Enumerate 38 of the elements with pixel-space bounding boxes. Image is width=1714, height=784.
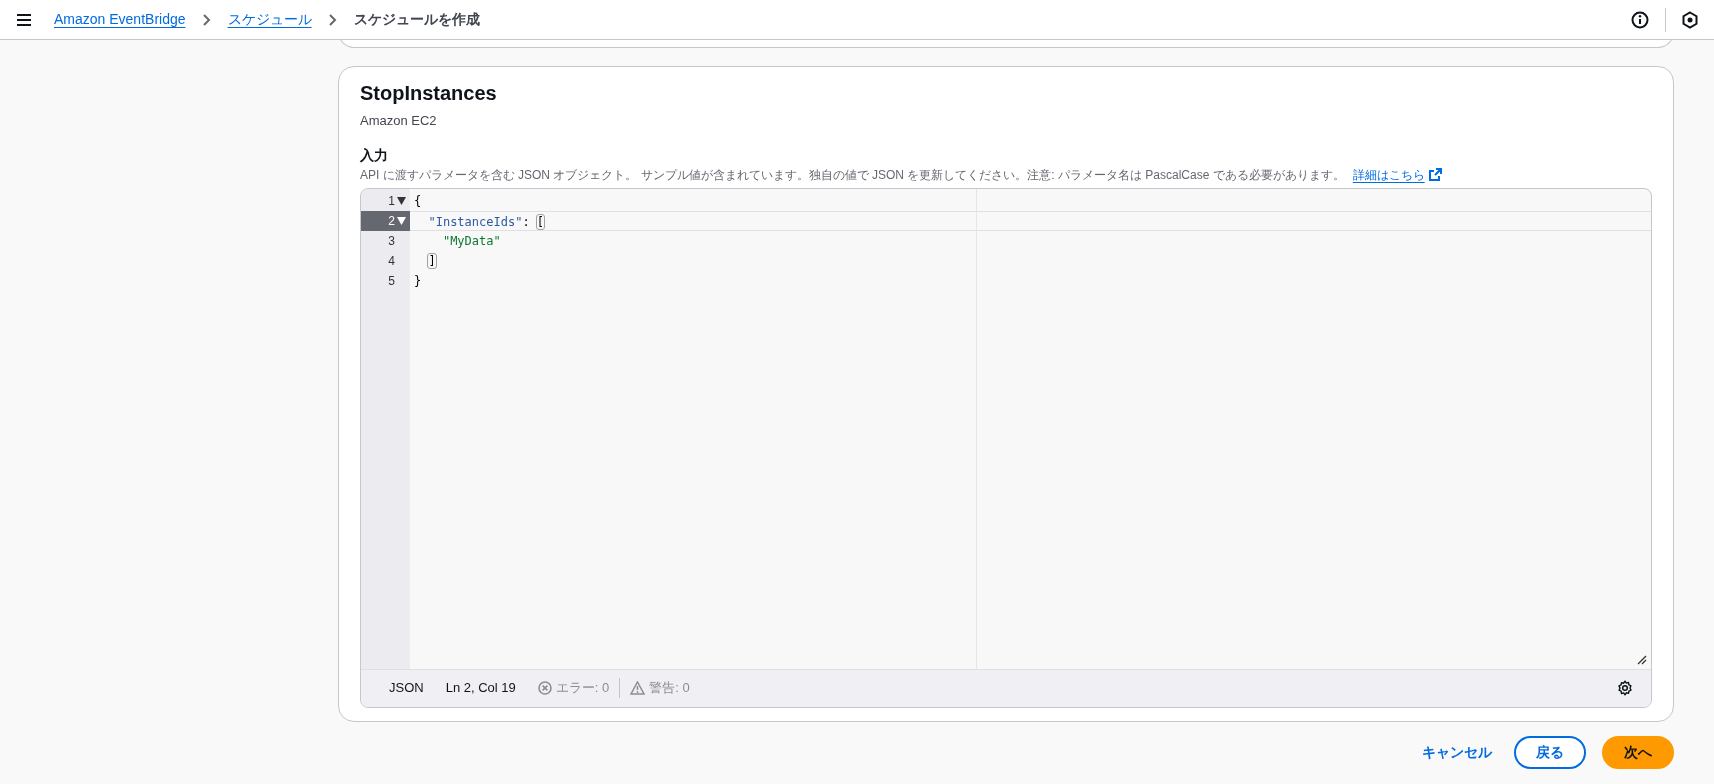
learn-more-link[interactable]: 詳細はこちら (1352, 165, 1442, 184)
line-number: 1 (388, 192, 395, 210)
field-description: API に渡すパラメータを含む JSON オブジェクト。 サンプル値が含まれています。独自の値で JSON を更新してください。注意: パラメータ名は PascalCase である必要があります。 (360, 166, 1345, 184)
code-line: ] (427, 252, 437, 270)
cursor-position: Ln 2, Col 19 (445, 679, 516, 698)
code-line: "MyData" (441, 232, 502, 250)
card-subtitle: Amazon EC2 (360, 112, 438, 130)
chevron-right-icon (327, 13, 338, 26)
fold-arrow-icon[interactable] (397, 216, 406, 225)
info-icon[interactable] (1631, 10, 1649, 29)
language-label: JSON (389, 679, 424, 698)
resize-handle-icon[interactable] (1637, 654, 1647, 665)
error-count: エラー: 0 (555, 679, 610, 698)
external-link-icon (1428, 168, 1442, 181)
menu-icon[interactable] (16, 12, 32, 27)
code-line: } (413, 272, 423, 290)
line-number: 5 (388, 272, 395, 290)
code-editor[interactable]: 1 2 3 4 5 { "InstanceIds": [ "MyData" ] } JSON Ln 2, Col 19 エラー: 0 警告: 0 (360, 187, 1652, 708)
code-line: { (413, 192, 423, 210)
warning-count: 警告: 0 (649, 679, 690, 698)
breadcrumb-current: スケジュールを作成 (353, 10, 480, 29)
card-title: StopInstances (360, 81, 498, 105)
settings-icon[interactable] (1617, 680, 1633, 696)
line-number: 2 (388, 212, 395, 230)
code-line: "InstanceIds": [ (410, 210, 1651, 231)
error-icon (537, 681, 552, 695)
chevron-right-icon (201, 13, 212, 26)
warning-icon (630, 681, 646, 695)
fold-arrow-icon[interactable] (397, 196, 406, 205)
line-number: 4 (388, 252, 395, 270)
breadcrumb-link[interactable]: スケジュール (227, 9, 312, 30)
cancel-button[interactable]: キャンセル (1416, 741, 1498, 764)
line-number: 3 (388, 232, 395, 250)
back-button[interactable]: 戻る (1514, 736, 1586, 769)
field-label: 入力 (360, 145, 389, 165)
hexagon-icon[interactable] (1682, 10, 1698, 29)
breadcrumb-link[interactable]: Amazon EventBridge (54, 9, 186, 30)
next-button[interactable]: 次へ (1602, 736, 1674, 769)
